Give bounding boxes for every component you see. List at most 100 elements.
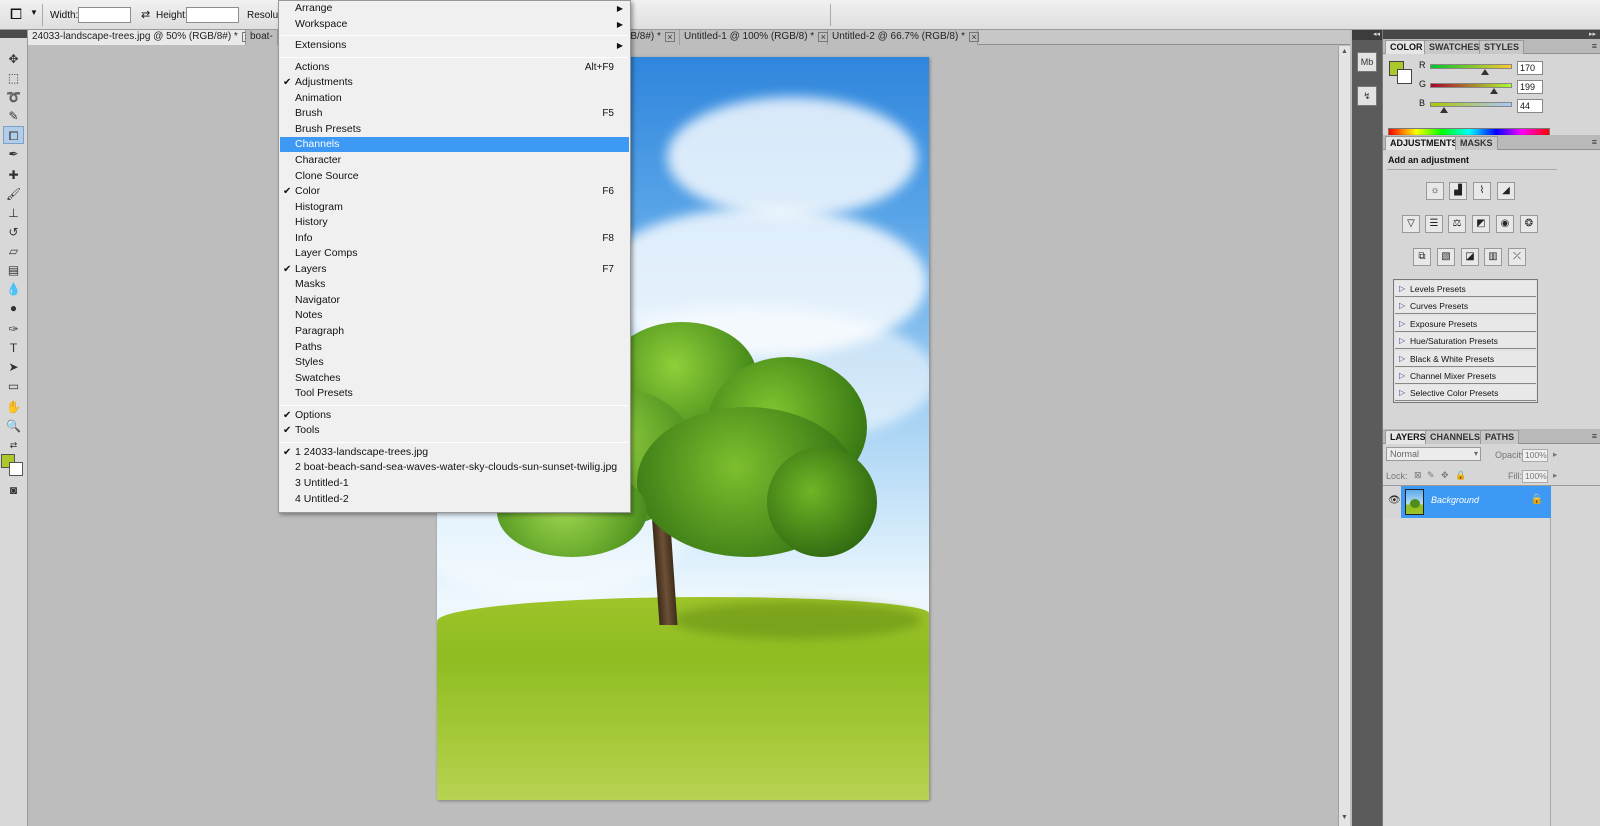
chevron-right-icon[interactable]: ▸	[1551, 449, 1561, 462]
threshold-icon[interactable]: ◪	[1461, 248, 1479, 266]
tool-preset-dropdown-icon[interactable]: ▼	[30, 8, 38, 17]
lock-transparent-icon[interactable]: ⊠	[1414, 470, 1422, 481]
menu-item-character[interactable]: Character	[280, 153, 629, 168]
vertical-scrollbar[interactable]: ▲ ▼	[1338, 46, 1350, 826]
close-icon[interactable]: ×	[818, 32, 829, 42]
menu-item-navigator[interactable]: Navigator	[280, 293, 629, 308]
expand-triangle-icon[interactable]: ▷	[1399, 333, 1405, 349]
menu-item-brush-presets[interactable]: Brush Presets	[280, 122, 629, 137]
hue-saturation-icon[interactable]: ☰	[1425, 215, 1443, 233]
background-color-swatch[interactable]	[9, 462, 23, 476]
menu-item-animation[interactable]: Animation	[280, 91, 629, 106]
doc-tab[interactable]: Untitled-2 @ 66.7% (RGB/8) * ×	[828, 30, 979, 45]
preset-item[interactable]: ▷ Hue/Saturation Presets	[1395, 333, 1536, 350]
panel-menu-icon[interactable]: ≡	[1592, 137, 1597, 147]
curves-icon[interactable]: ⌇	[1473, 182, 1491, 200]
pen-tool-icon[interactable]: ✑	[3, 320, 24, 338]
scroll-down-icon[interactable]: ▼	[1341, 814, 1348, 821]
channel-value-input[interactable]: 44	[1517, 99, 1543, 113]
blend-mode-select[interactable]: Normal ▾	[1386, 447, 1481, 461]
layers-list-empty-area[interactable]	[1383, 518, 1551, 826]
menu-item-tool-presets[interactable]: Tool Presets	[280, 386, 629, 401]
menu-item-layers[interactable]: ✔ Layers F7	[280, 262, 629, 277]
toolbox-header[interactable]	[0, 30, 27, 38]
doc-tab[interactable]: 24033-landscape-trees.jpg @ 50% (RGB/8#)…	[28, 30, 252, 45]
menu-item-tools[interactable]: ✔ Tools	[280, 423, 629, 438]
mini-bridge-icon[interactable]: Mb	[1357, 52, 1377, 72]
menu-item-actions[interactable]: Actions Alt+F9	[280, 60, 629, 75]
quick-selection-tool-icon[interactable]: ✎	[3, 107, 24, 125]
preset-item[interactable]: ▷ Black & White Presets	[1395, 350, 1536, 367]
lock-all-icon[interactable]: 🔒	[1455, 470, 1466, 481]
expand-triangle-icon[interactable]: ▷	[1399, 316, 1405, 332]
fill-input[interactable]: 100%	[1522, 470, 1548, 483]
doc-tab[interactable]: Untitled-1 @ 100% (RGB/8) * ×	[680, 30, 829, 45]
collapse-dock-icon[interactable]: ◂◂	[1352, 30, 1382, 40]
invert-icon[interactable]: ⧉	[1413, 248, 1431, 266]
preset-item[interactable]: ▷ Levels Presets	[1395, 281, 1536, 297]
blur-tool-icon[interactable]: 💧	[3, 280, 24, 298]
menu-item-notes[interactable]: Notes	[280, 308, 629, 323]
window-menu[interactable]: Arrange ▶ Workspace ▶ Extensions ▶ Actions Alt+…	[278, 0, 631, 513]
clone-stamp-tool-icon[interactable]: ⊥	[3, 204, 24, 222]
channel-mixer-icon[interactable]: ❂	[1520, 215, 1538, 233]
slider-thumb[interactable]	[1480, 69, 1489, 75]
background-color-swatch[interactable]	[1397, 69, 1412, 84]
photo-filter-icon[interactable]: ◉	[1496, 215, 1514, 233]
shape-tool-icon[interactable]: ▭	[3, 377, 24, 395]
tab-styles[interactable]: STYLES	[1479, 40, 1525, 54]
gradient-map-icon[interactable]: ▥	[1484, 248, 1502, 266]
expand-triangle-icon[interactable]: ▷	[1399, 298, 1405, 314]
slider-thumb[interactable]	[1489, 88, 1498, 94]
exposure-icon[interactable]: ◢	[1497, 182, 1515, 200]
menu-item-adjustments[interactable]: ✔ Adjustments	[280, 75, 629, 90]
tab-color[interactable]: COLOR	[1385, 40, 1428, 54]
crop-tool-icon[interactable]: ⧠	[3, 126, 24, 144]
preset-item[interactable]: ▷ Channel Mixer Presets	[1395, 368, 1536, 384]
menu-item-arrange[interactable]: Arrange ▶	[280, 1, 629, 16]
channel-value-input[interactable]: 199	[1517, 80, 1543, 94]
tab-paths[interactable]: PATHS	[1480, 430, 1520, 444]
menu-item-1-24033-landscape-trees-jpg[interactable]: ✔ 1 24033-landscape-trees.jpg	[280, 445, 629, 460]
crop-icon[interactable]: ⧠	[6, 6, 26, 24]
swap-colors-icon[interactable]: ⇄	[3, 436, 24, 454]
tab-masks[interactable]: MASKS	[1455, 136, 1498, 150]
lock-image-icon[interactable]: ✎	[1427, 470, 1435, 481]
menu-item-histogram[interactable]: Histogram	[280, 200, 629, 215]
healing-brush-tool-icon[interactable]: ✚	[3, 166, 24, 184]
expand-triangle-icon[interactable]: ▷	[1399, 385, 1405, 401]
quick-mask-icon[interactable]: ◙	[3, 481, 24, 499]
channel-slider[interactable]	[1430, 64, 1512, 69]
tab-adjustments[interactable]: ADJUSTMENTS	[1385, 136, 1463, 150]
menu-item-color[interactable]: ✔ Color F6	[280, 184, 629, 199]
opacity-input[interactable]: 100%	[1522, 449, 1548, 462]
menu-item-options[interactable]: ✔ Options	[280, 408, 629, 423]
close-icon[interactable]: ×	[968, 32, 979, 42]
preset-item[interactable]: ▷ Curves Presets	[1395, 298, 1536, 315]
menu-item-workspace[interactable]: Workspace ▶	[280, 17, 629, 32]
channel-value-input[interactable]: 170	[1517, 61, 1543, 75]
menu-item-3-untitled-1[interactable]: 3 Untitled-1	[280, 476, 629, 491]
panel-menu-icon[interactable]: ≡	[1592, 41, 1597, 51]
menu-item-masks[interactable]: Masks	[280, 277, 629, 292]
black-white-icon[interactable]: ◩	[1472, 215, 1490, 233]
tab-channels[interactable]: CHANNELS	[1425, 430, 1486, 444]
eyedropper-tool-icon[interactable]: ✒	[3, 145, 24, 163]
collapse-panels-icon[interactable]: ▸▸	[1383, 30, 1600, 39]
history-brush-tool-icon[interactable]: ↺	[3, 223, 24, 241]
levels-icon[interactable]: ▟	[1449, 182, 1467, 200]
lock-position-icon[interactable]: ✥	[1441, 470, 1449, 481]
selective-color-icon[interactable]: ⤫	[1508, 248, 1526, 266]
tab-swatches[interactable]: SWATCHES	[1424, 40, 1485, 54]
color-balance-icon[interactable]: ⚖	[1448, 215, 1466, 233]
type-tool-icon[interactable]: T	[3, 339, 24, 357]
doc-tab[interactable]: boat-	[246, 30, 278, 45]
history-panel-icon[interactable]: ↯	[1357, 86, 1377, 106]
brush-tool-icon[interactable]: 🖌	[3, 185, 24, 203]
close-icon[interactable]: ×	[664, 32, 675, 42]
marquee-tool-icon[interactable]: ⬚	[3, 69, 24, 87]
move-tool-icon[interactable]: ✥	[3, 50, 24, 68]
path-selection-tool-icon[interactable]: ➤	[3, 358, 24, 376]
panel-menu-icon[interactable]: ≡	[1592, 431, 1597, 441]
expand-triangle-icon[interactable]: ▷	[1399, 351, 1405, 367]
